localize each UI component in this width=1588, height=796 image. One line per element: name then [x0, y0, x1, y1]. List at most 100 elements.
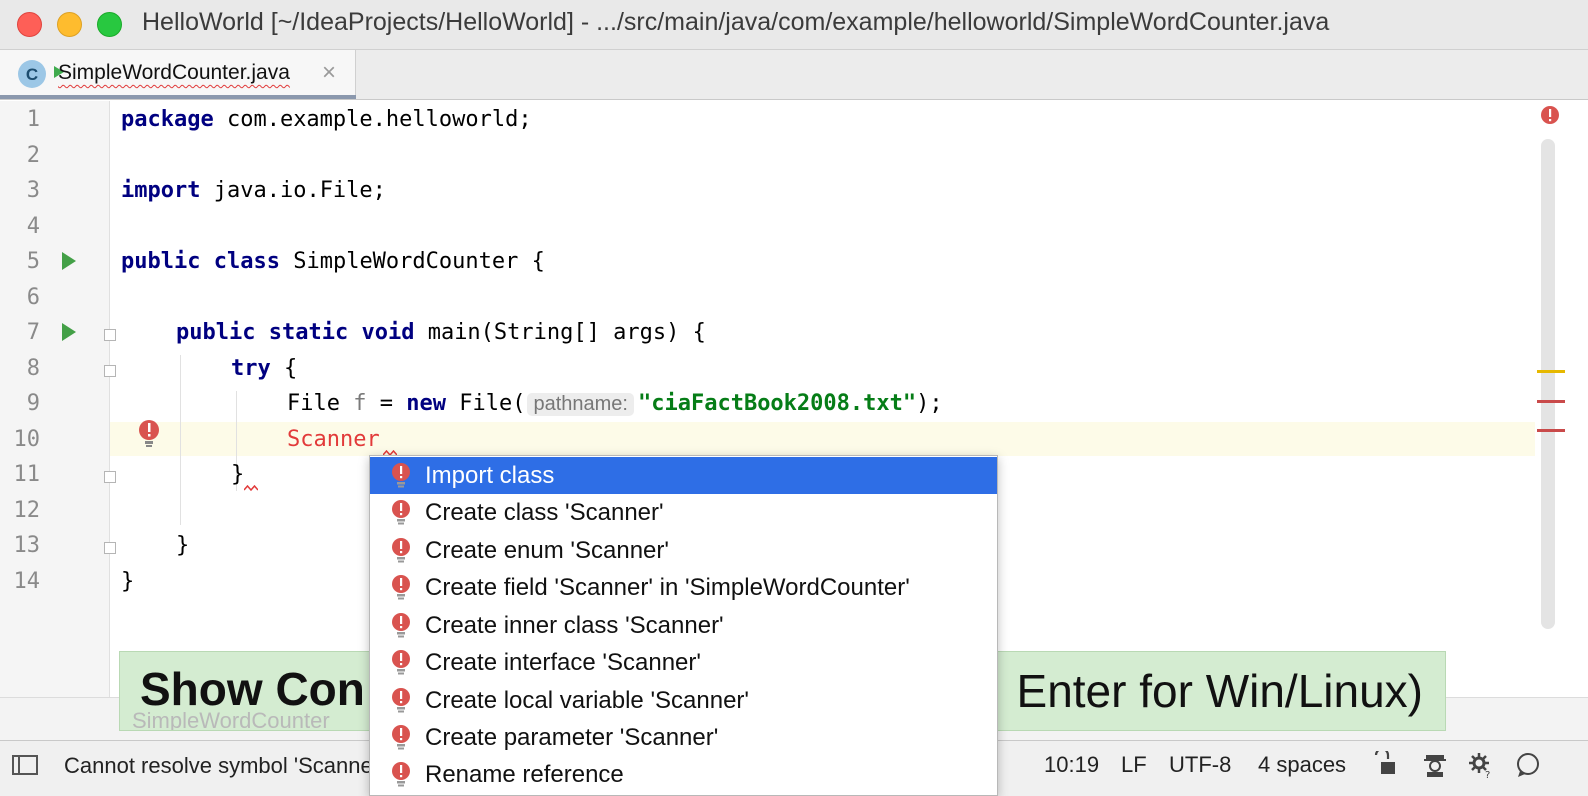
fold-marker-icon[interactable] — [104, 365, 116, 377]
code-text: SimpleWordCounter { — [279, 249, 545, 274]
svg-text:?: ? — [1485, 770, 1490, 779]
line-number: 4 — [26, 214, 40, 239]
popup-item-rename-reference[interactable]: Rename reference — [370, 756, 997, 793]
caret-position[interactable]: 10:19 — [1044, 752, 1099, 778]
parameter-hint: pathname: — [527, 393, 634, 416]
error-stripe[interactable] — [1537, 400, 1565, 403]
feedback-icon[interactable] — [1514, 751, 1542, 779]
keyword: class — [213, 249, 280, 274]
popup-item-create-class[interactable]: Create class 'Scanner' — [370, 494, 997, 531]
keyword: public — [176, 320, 256, 345]
error-squiggle — [244, 485, 258, 491]
tab-simplewordcounter[interactable]: C SimpleWordCounter.java × — [0, 50, 356, 99]
code-text: } — [231, 462, 245, 487]
keyword: static — [268, 320, 349, 345]
code-text: } — [176, 533, 190, 558]
variable-name: f — [353, 391, 367, 416]
title-bar: HelloWorld [~/IdeaProjects/HelloWorld] -… — [0, 0, 1588, 50]
code-text: main(String[] args) { — [414, 320, 706, 345]
line-number: 1 — [26, 107, 40, 132]
warning-stripe[interactable] — [1537, 370, 1565, 373]
error-bulb-icon — [392, 725, 410, 750]
intention-actions-popup: Import class Create class 'Scanner' Crea… — [369, 455, 998, 796]
error-bulb-icon[interactable] — [137, 419, 161, 449]
popup-item-label: Create local variable 'Scanner' — [425, 687, 749, 714]
code-line-1: package com.example.helloworld; — [121, 107, 532, 132]
code-line-5: public class SimpleWordCounter { — [121, 249, 545, 274]
keyword: void — [361, 320, 415, 345]
indent-guide — [180, 355, 181, 525]
run-class-icon[interactable] — [62, 252, 76, 270]
fold-marker-icon[interactable] — [104, 471, 116, 483]
caret-row-highlight — [0, 422, 1535, 456]
code-text: = — [366, 391, 407, 416]
fold-marker-icon[interactable] — [104, 329, 116, 341]
error-bulb-icon — [392, 500, 410, 525]
popup-item-label: Create field 'Scanner' in 'SimpleWordCou… — [425, 574, 910, 601]
line-number: 10 — [13, 427, 41, 452]
error-bulb-icon — [392, 688, 410, 713]
popup-item-create-field[interactable]: Create field 'Scanner' in 'SimpleWordCou… — [370, 569, 997, 606]
inspector-icon[interactable] — [1421, 751, 1449, 779]
popup-item-create-inner-class[interactable]: Create inner class 'Scanner' — [370, 607, 997, 644]
keyword: package — [121, 107, 214, 132]
line-number: 11 — [13, 462, 41, 487]
run-main-icon[interactable] — [62, 323, 76, 341]
popup-item-label: Rename reference — [425, 761, 624, 788]
file-encoding[interactable]: UTF-8 — [1169, 752, 1231, 778]
window-maximize-button[interactable] — [97, 12, 122, 37]
popup-item-create-parameter[interactable]: Create parameter 'Scanner' — [370, 719, 997, 756]
code-text: File( — [445, 391, 526, 416]
popup-item-import-class[interactable]: Import class — [370, 457, 997, 494]
window-close-button[interactable] — [17, 12, 42, 37]
keyword: public — [121, 249, 201, 274]
tab-active-indicator — [0, 95, 356, 99]
code-line-3: import java.io.File; — [121, 178, 386, 203]
tab-label: SimpleWordCounter.java — [58, 61, 290, 84]
line-number: 8 — [26, 356, 40, 381]
popup-item-create-interface[interactable]: Create interface 'Scanner' — [370, 644, 997, 681]
error-bulb-icon — [392, 613, 410, 638]
code-line-14: } — [121, 569, 134, 594]
window-title: HelloWorld [~/IdeaProjects/HelloWorld] -… — [142, 8, 1330, 36]
tool-window-icon[interactable] — [12, 755, 38, 775]
java-class-icon-letter: C — [25, 65, 39, 84]
popup-item-label: Import class — [425, 462, 555, 489]
keyword: new — [406, 391, 446, 416]
line-number: 5 — [26, 249, 40, 274]
error-bulb-icon — [392, 575, 410, 600]
popup-item-label: Create parameter 'Scanner' — [425, 724, 719, 751]
fold-marker-icon[interactable] — [104, 542, 116, 554]
keyword: try — [231, 356, 271, 381]
line-number: 9 — [26, 391, 40, 416]
line-number: 3 — [26, 178, 40, 203]
code-text: File — [287, 391, 354, 416]
status-message: Cannot resolve symbol 'Scanne — [64, 753, 373, 778]
vertical-scrollbar[interactable] — [1541, 139, 1555, 629]
window-minimize-button[interactable] — [57, 12, 82, 37]
line-separator[interactable]: LF — [1121, 752, 1147, 778]
tab-close-icon[interactable]: × — [322, 59, 336, 87]
code-line-8: try { — [231, 356, 297, 381]
code-text: { — [270, 356, 298, 381]
code-line-11: } — [231, 462, 244, 487]
lock-icon[interactable] — [1372, 751, 1400, 779]
indent-setting[interactable]: 4 spaces — [1258, 752, 1346, 778]
unresolved-symbol[interactable]: Scanner — [287, 427, 380, 452]
settings-icon[interactable]: ? — [1467, 751, 1495, 779]
banner-text-end: Enter for Win/Linux) — [1016, 665, 1423, 717]
popup-item-label: Create enum 'Scanner' — [425, 537, 669, 564]
error-bulb-icon — [392, 762, 410, 787]
error-stripe[interactable] — [1537, 429, 1565, 432]
error-bulb-icon — [392, 463, 410, 488]
code-text: ); — [916, 391, 943, 416]
error-bulb-icon — [392, 538, 410, 563]
line-number: 6 — [26, 285, 40, 310]
error-status-icon[interactable] — [1540, 105, 1560, 125]
line-number: 14 — [13, 569, 41, 594]
popup-item-create-enum[interactable]: Create enum 'Scanner' — [370, 532, 997, 569]
popup-item-label: Create class 'Scanner' — [425, 499, 664, 526]
code-line-7: public static void main(String[] args) { — [176, 320, 706, 345]
popup-item-create-local-variable[interactable]: Create local variable 'Scanner' — [370, 682, 997, 719]
code-line-13: } — [176, 533, 189, 558]
